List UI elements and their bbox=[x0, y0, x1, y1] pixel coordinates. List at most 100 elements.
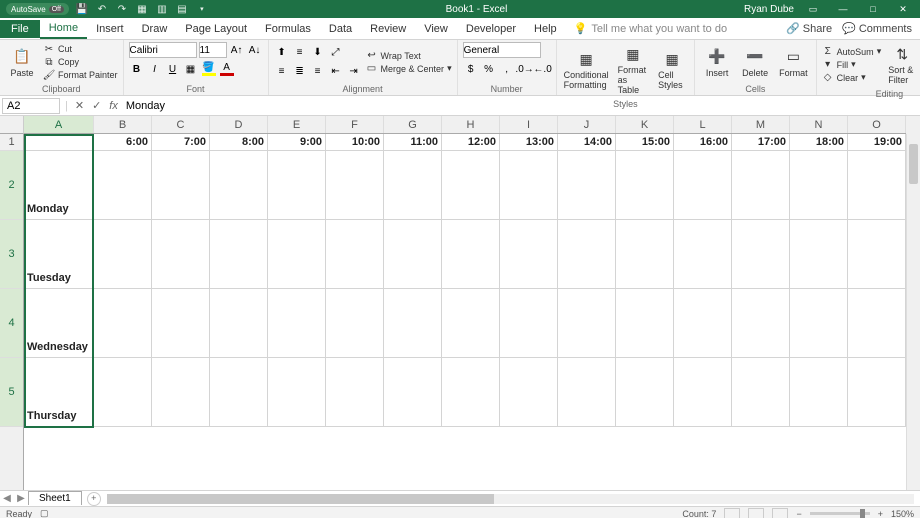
column-header[interactable]: G bbox=[384, 116, 442, 133]
maximize-button[interactable]: □ bbox=[862, 0, 884, 18]
column-header[interactable]: I bbox=[500, 116, 558, 133]
cell[interactable]: 7:00 bbox=[152, 134, 210, 151]
increase-decimal-button[interactable]: .0→ bbox=[517, 61, 533, 77]
cell[interactable] bbox=[268, 289, 326, 358]
cell[interactable] bbox=[616, 220, 674, 289]
insert-cells-button[interactable]: ➕Insert bbox=[700, 45, 734, 80]
cell[interactable] bbox=[210, 358, 268, 427]
cell[interactable] bbox=[674, 289, 732, 358]
cell[interactable]: 18:00 bbox=[790, 134, 848, 151]
minimize-button[interactable]: — bbox=[832, 0, 854, 18]
formula-input[interactable]: Monday bbox=[122, 100, 920, 112]
cell[interactable] bbox=[500, 358, 558, 427]
cell[interactable]: 6:00 bbox=[94, 134, 152, 151]
tab-page-layout[interactable]: Page Layout bbox=[176, 20, 256, 38]
cell-styles-button[interactable]: ▦Cell Styles bbox=[655, 47, 689, 92]
italic-button[interactable]: I bbox=[147, 61, 163, 77]
bold-button[interactable]: B bbox=[129, 61, 145, 77]
enter-icon[interactable]: ✓ bbox=[88, 99, 105, 112]
qat-icon[interactable]: ▦ bbox=[135, 2, 149, 16]
cell[interactable]: Monday bbox=[24, 151, 94, 220]
increase-indent-button[interactable]: ⇥ bbox=[346, 64, 362, 80]
cell[interactable] bbox=[152, 220, 210, 289]
undo-icon[interactable]: ↶ bbox=[95, 2, 109, 16]
number-format-select[interactable] bbox=[463, 42, 541, 58]
cell[interactable] bbox=[558, 220, 616, 289]
cell[interactable] bbox=[384, 358, 442, 427]
comments-button[interactable]: 💬Comments bbox=[842, 22, 912, 35]
cell[interactable] bbox=[268, 220, 326, 289]
cell[interactable] bbox=[616, 289, 674, 358]
cell[interactable] bbox=[616, 151, 674, 220]
share-button[interactable]: 🔗Share bbox=[786, 22, 832, 35]
align-right-button[interactable]: ≡ bbox=[310, 64, 326, 80]
cell[interactable] bbox=[500, 151, 558, 220]
clear-button[interactable]: ◇Clear ▾ bbox=[822, 72, 882, 84]
ribbon-display-icon[interactable]: ▭ bbox=[802, 0, 824, 18]
column-headers[interactable]: ABCDEFGHIJKLMNO bbox=[24, 116, 906, 134]
cell[interactable] bbox=[384, 289, 442, 358]
autosave-toggle[interactable]: AutoSave Off bbox=[6, 3, 69, 15]
align-top-button[interactable]: ⬆ bbox=[274, 45, 290, 61]
align-center-button[interactable]: ≣ bbox=[292, 64, 308, 80]
column-header[interactable]: F bbox=[326, 116, 384, 133]
cell[interactable] bbox=[674, 151, 732, 220]
customize-qat-icon[interactable]: ▾ bbox=[195, 2, 209, 16]
cell[interactable] bbox=[268, 151, 326, 220]
cell[interactable]: 8:00 bbox=[210, 134, 268, 151]
cell[interactable] bbox=[442, 220, 500, 289]
column-header[interactable]: K bbox=[616, 116, 674, 133]
cell[interactable] bbox=[674, 358, 732, 427]
page-layout-view-button[interactable] bbox=[748, 508, 764, 518]
row-header[interactable]: 5 bbox=[0, 358, 23, 427]
conditional-formatting-button[interactable]: ▦Conditional Formatting bbox=[562, 47, 611, 92]
sheet-nav-prev[interactable]: ◀ bbox=[0, 493, 14, 504]
name-box[interactable] bbox=[2, 98, 60, 114]
font-color-button[interactable]: A bbox=[219, 61, 235, 77]
cell[interactable]: 13:00 bbox=[500, 134, 558, 151]
cut-button[interactable]: ✂Cut bbox=[43, 43, 118, 55]
qat-icon[interactable]: ▥ bbox=[155, 2, 169, 16]
cell[interactable] bbox=[152, 151, 210, 220]
tab-formulas[interactable]: Formulas bbox=[256, 20, 320, 38]
align-left-button[interactable]: ≡ bbox=[274, 64, 290, 80]
cell[interactable] bbox=[210, 151, 268, 220]
cell[interactable] bbox=[152, 358, 210, 427]
format-as-table-button[interactable]: ▦Format as Table bbox=[615, 42, 652, 97]
column-header[interactable]: H bbox=[442, 116, 500, 133]
zoom-in-button[interactable]: + bbox=[878, 509, 883, 518]
cell[interactable] bbox=[500, 289, 558, 358]
decrease-decimal-button[interactable]: ←.0 bbox=[535, 61, 551, 77]
zoom-level[interactable]: 150% bbox=[891, 509, 914, 518]
cell[interactable]: 16:00 bbox=[674, 134, 732, 151]
tab-home[interactable]: Home bbox=[40, 19, 87, 39]
sheet-tab[interactable]: Sheet1 bbox=[28, 491, 82, 505]
font-size-select[interactable] bbox=[199, 42, 227, 58]
delete-cells-button[interactable]: ➖Delete bbox=[738, 45, 772, 80]
cell[interactable] bbox=[210, 289, 268, 358]
cell[interactable] bbox=[848, 358, 906, 427]
format-cells-button[interactable]: ▭Format bbox=[776, 45, 811, 80]
cell[interactable]: 12:00 bbox=[442, 134, 500, 151]
cell[interactable] bbox=[558, 358, 616, 427]
cell[interactable]: 19:00 bbox=[848, 134, 906, 151]
decrease-indent-button[interactable]: ⇤ bbox=[328, 64, 344, 80]
cancel-icon[interactable]: ✕ bbox=[71, 99, 88, 112]
comma-button[interactable]: , bbox=[499, 61, 515, 77]
currency-button[interactable]: $ bbox=[463, 61, 479, 77]
page-break-view-button[interactable] bbox=[772, 508, 788, 518]
cell[interactable] bbox=[442, 358, 500, 427]
fx-icon[interactable]: fx bbox=[105, 100, 122, 112]
qat-icon[interactable]: ▤ bbox=[175, 2, 189, 16]
cell[interactable] bbox=[732, 151, 790, 220]
cells-area[interactable]: 6:007:008:009:0010:0011:0012:0013:0014:0… bbox=[24, 134, 906, 427]
cell[interactable] bbox=[94, 289, 152, 358]
cell[interactable]: 15:00 bbox=[616, 134, 674, 151]
fill-button[interactable]: ▾Fill ▾ bbox=[822, 59, 882, 71]
cell[interactable] bbox=[442, 289, 500, 358]
cell[interactable] bbox=[790, 289, 848, 358]
cell[interactable] bbox=[94, 358, 152, 427]
user-name[interactable]: Ryan Dube bbox=[744, 4, 794, 15]
column-header[interactable]: O bbox=[848, 116, 906, 133]
cell[interactable] bbox=[384, 151, 442, 220]
